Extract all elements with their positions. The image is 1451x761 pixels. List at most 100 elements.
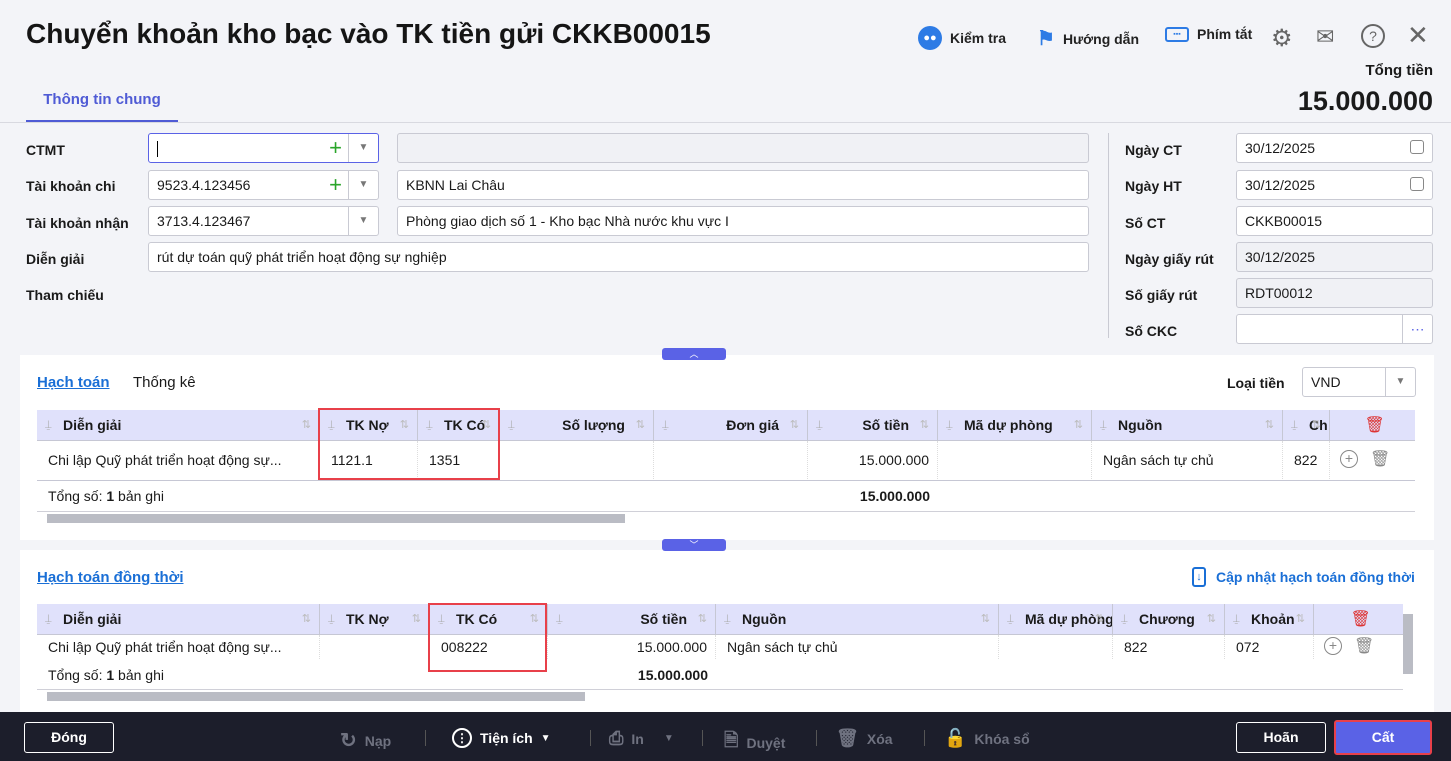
help-icon[interactable]: ? bbox=[1361, 24, 1385, 48]
column-header[interactable]: ⍊ Chương ⇅ bbox=[1113, 604, 1225, 635]
simultaneous-title[interactable]: Hạch toán đồng thời bbox=[37, 569, 183, 586]
sort-icon[interactable]: ⇅ bbox=[1296, 604, 1305, 635]
column-header[interactable]: ⍊ Số tiền ⇅ bbox=[548, 604, 716, 635]
so-ct-input[interactable]: CKKB00015 bbox=[1236, 206, 1433, 236]
vertical-scrollbar[interactable] bbox=[1403, 614, 1413, 674]
pin-icon[interactable]: ⍊ bbox=[724, 604, 731, 635]
tk-nhan-desc[interactable]: Phòng giao dịch số 1 - Kho bạc Nhà nước … bbox=[397, 206, 1089, 236]
column-header[interactable]: ⍊ Mã dự phòng ⇅ bbox=[938, 410, 1092, 441]
column-header[interactable]: ⍊ Mã dự phòng ⇅ bbox=[999, 604, 1113, 635]
delete-row-icon[interactable]: 🗑 bbox=[1370, 449, 1390, 469]
chevron-down-icon[interactable]: ▼ bbox=[1385, 368, 1415, 396]
guide-button[interactable]: ⚑ Hướng dẫn bbox=[1037, 26, 1139, 51]
table-cell[interactable]: Ngân sách tự chủ bbox=[1092, 441, 1283, 479]
close-button[interactable]: Đóng bbox=[24, 722, 114, 753]
pin-icon[interactable]: ⍊ bbox=[946, 410, 953, 441]
expand-down-icon[interactable]: ﹀ bbox=[662, 539, 726, 551]
approve-button[interactable]: 🗎 Duyệt bbox=[724, 728, 785, 758]
column-header[interactable]: ⍊ Nguồn ⇅ bbox=[716, 604, 999, 635]
mail-forward-icon[interactable]: ✉ bbox=[1316, 24, 1334, 50]
sort-icon[interactable]: ⇅ bbox=[636, 410, 645, 441]
sort-icon[interactable]: ⇅ bbox=[1207, 604, 1216, 635]
horizontal-scrollbar[interactable] bbox=[37, 511, 1415, 523]
column-header[interactable]: ⍊ TK Nợ ⇅ bbox=[320, 604, 430, 635]
sort-icon[interactable]: ⇅ bbox=[1312, 410, 1321, 441]
more-icon[interactable]: ⋯ bbox=[1402, 315, 1432, 343]
save-button[interactable]: Cất bbox=[1334, 720, 1432, 755]
table-row[interactable]: Chi lập Quỹ phát triển hoạt động sự... 11… bbox=[37, 441, 1415, 481]
pin-icon[interactable]: ⍊ bbox=[1100, 410, 1107, 441]
pin-icon[interactable]: ⍊ bbox=[45, 410, 52, 441]
gear-icon[interactable]: ⚙ bbox=[1271, 24, 1293, 53]
pin-icon[interactable]: ⍊ bbox=[328, 604, 335, 635]
delete-all-icon[interactable]: 🗑 bbox=[1365, 415, 1385, 435]
utilities-button[interactable]: ⋮ Tiện ích ▼ bbox=[452, 728, 551, 748]
table-cell[interactable]: Chi lập Quỹ phát triển hoạt động sự... bbox=[37, 441, 320, 479]
so-ckc-input[interactable]: ⋯ bbox=[1236, 314, 1433, 344]
sort-icon[interactable]: ⇅ bbox=[302, 410, 311, 441]
pin-icon[interactable]: ⍊ bbox=[1121, 604, 1128, 635]
sort-icon[interactable]: ⇅ bbox=[981, 604, 990, 635]
table-row[interactable]: Chi lập Quỹ phát triển hoạt động sự... 00… bbox=[37, 635, 1403, 661]
sort-icon[interactable]: ⇅ bbox=[920, 410, 929, 441]
calendar-icon[interactable] bbox=[1410, 177, 1424, 191]
tab-thong-ke[interactable]: Thống kê bbox=[133, 374, 196, 391]
delete-row-icon[interactable]: 🗑 bbox=[1354, 636, 1374, 656]
pin-icon[interactable]: ⍊ bbox=[1233, 604, 1240, 635]
delete-button[interactable]: 🗑 Xóa bbox=[836, 728, 893, 749]
column-header[interactable]: ⍊ Diễn giải ⇅ bbox=[37, 410, 320, 441]
sort-icon[interactable]: ⇅ bbox=[1074, 410, 1083, 441]
ctmt-combo[interactable]: + ▼ bbox=[148, 133, 379, 163]
table-cell[interactable]: Chi lập Quỹ phát triển hoạt động sự... bbox=[37, 635, 320, 659]
ngay-ct-input[interactable]: 30/12/2025 bbox=[1236, 133, 1433, 163]
defer-button[interactable]: Hoãn bbox=[1236, 722, 1326, 753]
add-icon[interactable]: + bbox=[329, 134, 342, 161]
sort-icon[interactable]: ⇅ bbox=[790, 410, 799, 441]
column-header[interactable]: ⍊ Nguồn ⇅ bbox=[1092, 410, 1283, 441]
pin-icon[interactable]: ⍊ bbox=[556, 604, 563, 635]
currency-select[interactable]: VND ▼ bbox=[1302, 367, 1416, 397]
add-row-icon[interactable]: + bbox=[1340, 450, 1358, 468]
column-header[interactable]: ⍊ Đơn giá ⇅ bbox=[654, 410, 808, 441]
tab-general-info[interactable]: Thông tin chung bbox=[26, 82, 178, 122]
column-header[interactable]: ⍊ Diễn giải ⇅ bbox=[37, 604, 320, 635]
pin-icon[interactable]: ⍊ bbox=[1291, 410, 1298, 441]
table-cell[interactable]: 15.000.000 bbox=[808, 441, 938, 479]
pin-icon[interactable]: ⍊ bbox=[816, 410, 823, 441]
table-cell[interactable] bbox=[500, 441, 654, 479]
table-cell[interactable]: Ngân sách tự chủ bbox=[716, 635, 999, 659]
pin-icon[interactable]: ⍊ bbox=[508, 410, 515, 441]
sort-icon[interactable]: ⇅ bbox=[698, 604, 707, 635]
tk-nhan-combo[interactable]: 3713.4.123467 ▼ bbox=[148, 206, 379, 236]
table-cell[interactable] bbox=[938, 441, 1092, 479]
horizontal-scrollbar[interactable] bbox=[37, 689, 1403, 701]
table-cell[interactable] bbox=[999, 635, 1113, 659]
table-cell[interactable]: 822 bbox=[1283, 441, 1330, 479]
pin-icon[interactable]: ⍊ bbox=[1007, 604, 1014, 635]
add-row-icon[interactable]: + bbox=[1324, 637, 1342, 655]
collapse-up-icon[interactable]: ︿ bbox=[662, 348, 726, 360]
tk-chi-desc[interactable]: KBNN Lai Châu bbox=[397, 170, 1089, 200]
tk-chi-combo[interactable]: 9523.4.123456 + ▼ bbox=[148, 170, 379, 200]
delete-all-icon[interactable]: 🗑 bbox=[1351, 609, 1371, 629]
print-button[interactable]: ⎙ In ▼ bbox=[609, 728, 674, 749]
chevron-down-icon[interactable]: ▼ bbox=[348, 207, 378, 235]
sort-icon[interactable]: ⇅ bbox=[1095, 604, 1104, 635]
chevron-down-icon[interactable]: ▼ bbox=[348, 134, 378, 162]
column-header[interactable]: ⍊ Khoản ⇅ bbox=[1225, 604, 1314, 635]
add-icon[interactable]: + bbox=[329, 171, 342, 198]
sort-icon[interactable]: ⇅ bbox=[412, 604, 421, 635]
table-cell[interactable]: 15.000.000 bbox=[548, 635, 716, 659]
check-button[interactable]: ●● Kiểm tra bbox=[918, 26, 1006, 50]
calendar-icon[interactable] bbox=[1410, 140, 1424, 154]
ngay-ht-input[interactable]: 30/12/2025 bbox=[1236, 170, 1433, 200]
close-icon[interactable]: ✕ bbox=[1407, 20, 1429, 51]
reload-button[interactable]: ↻ Nạp bbox=[340, 728, 391, 753]
update-simultaneous-link[interactable]: ↓ Cập nhật hạch toán đồng thời bbox=[1192, 567, 1415, 587]
table-cell[interactable] bbox=[320, 635, 430, 659]
table-cell[interactable]: 072 bbox=[1225, 635, 1314, 659]
column-header[interactable]: ⍊ Ch ⇅ bbox=[1283, 410, 1330, 441]
pin-icon[interactable]: ⍊ bbox=[662, 410, 669, 441]
table-cell[interactable] bbox=[654, 441, 808, 479]
lock-books-button[interactable]: 🔓 Khóa sổ bbox=[944, 728, 1030, 749]
